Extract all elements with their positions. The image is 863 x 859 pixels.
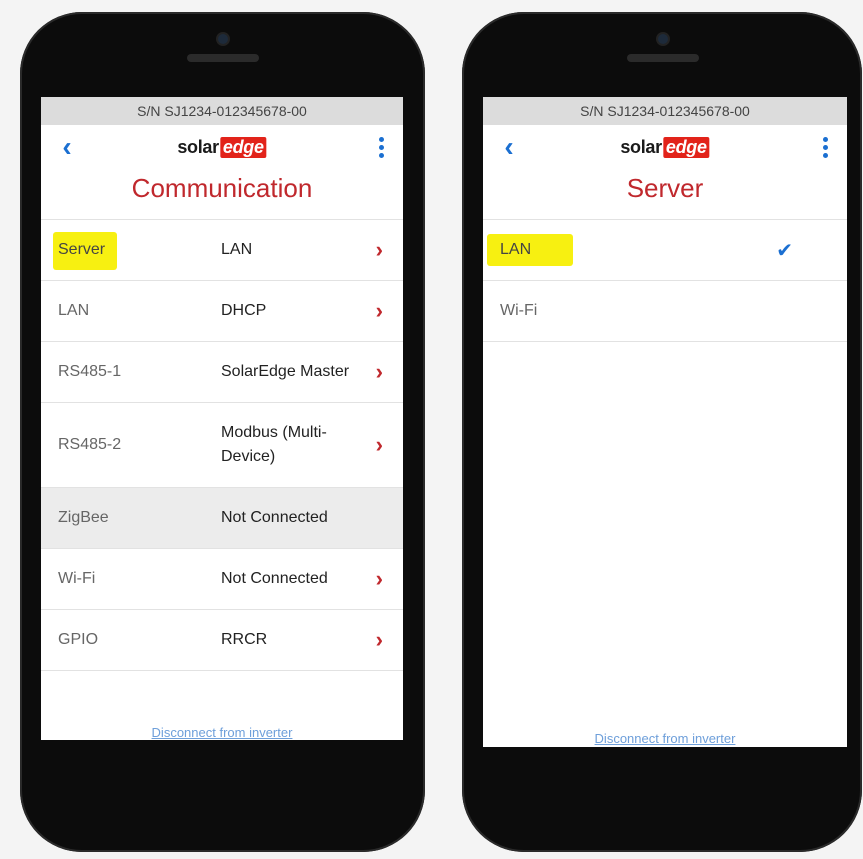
- chevron-right-icon: ›: [375, 237, 383, 262]
- row-label: ZigBee: [58, 509, 109, 526]
- page-title: Communication: [131, 173, 313, 203]
- back-chevron-icon[interactable]: ‹: [497, 133, 521, 161]
- app-bar: ‹ solar edge: [41, 125, 403, 169]
- list-item-wifi[interactable]: Wi-Fi Not Connected ›: [41, 549, 403, 610]
- disconnect-link[interactable]: Disconnect from inverter: [483, 731, 847, 745]
- back-chevron-icon[interactable]: ‹: [55, 133, 79, 161]
- option-label: Wi-Fi: [500, 302, 538, 319]
- row-label: RS485-2: [58, 436, 122, 453]
- serial-number: S/N SJ1234-012345678-00: [483, 97, 847, 125]
- kebab-menu-icon[interactable]: [371, 133, 391, 161]
- solaredge-logo: solar edge: [620, 137, 710, 158]
- communication-screen: S/N SJ1234-012345678-00 ‹ solar edge Comm…: [41, 97, 403, 740]
- row-label: RS485-1: [58, 363, 122, 380]
- row-value: Not Connected: [221, 570, 328, 587]
- kebab-menu-icon[interactable]: [815, 133, 835, 161]
- server-options-list: LAN ✔ Wi-Fi: [483, 219, 847, 342]
- camera-icon: [218, 34, 228, 44]
- list-item-lan[interactable]: LAN DHCP ›: [41, 281, 403, 342]
- row-value: DHCP: [221, 302, 267, 319]
- chevron-right-icon: ›: [375, 298, 383, 323]
- chevron-right-icon: ›: [375, 627, 383, 652]
- row-value: RRCR: [221, 631, 268, 648]
- phone-right: S/N SJ1234-012345678-00 ‹ solar edge Serv…: [462, 12, 862, 852]
- row-value: Not Connected: [221, 509, 328, 526]
- option-label: LAN: [500, 241, 532, 258]
- chevron-right-icon: ›: [375, 359, 383, 384]
- server-screen: S/N SJ1234-012345678-00 ‹ solar edge Serv…: [483, 97, 847, 747]
- row-label: Server: [58, 241, 106, 258]
- list-item-rs485-1[interactable]: RS485-1 SolarEdge Master ›: [41, 342, 403, 403]
- list-item-rs485-2[interactable]: RS485-2 Modbus (Multi-Device) ›: [41, 403, 403, 488]
- phone-left: S/N SJ1234-012345678-00 ‹ solar edge Comm…: [20, 12, 425, 852]
- settings-list: Server LAN › LAN DHCP › RS485-1 SolarEdg…: [41, 219, 403, 671]
- list-item-gpio[interactable]: GPIO RRCR ›: [41, 610, 403, 671]
- disconnect-link[interactable]: Disconnect from inverter: [41, 725, 403, 739]
- chevron-right-icon: ›: [375, 432, 383, 457]
- row-value: Modbus (Multi-Device): [221, 424, 327, 465]
- page-title: Server: [626, 173, 704, 203]
- checkmark-icon: ✔: [776, 239, 793, 262]
- option-wifi[interactable]: Wi-Fi: [483, 281, 847, 342]
- list-item-zigbee: ZigBee Not Connected: [41, 488, 403, 549]
- row-value: LAN: [221, 241, 253, 258]
- row-value: SolarEdge Master: [221, 363, 350, 380]
- solaredge-logo: solar edge: [177, 137, 267, 158]
- serial-number: S/N SJ1234-012345678-00: [41, 97, 403, 125]
- option-lan[interactable]: LAN ✔: [483, 220, 847, 281]
- speaker-grille: [187, 54, 259, 62]
- speaker-grille: [627, 54, 699, 62]
- list-item-server[interactable]: Server LAN ›: [41, 220, 403, 281]
- row-label: LAN: [58, 302, 90, 319]
- camera-icon: [658, 34, 668, 44]
- row-label: GPIO: [58, 631, 99, 648]
- row-label: Wi-Fi: [58, 570, 96, 587]
- chevron-right-icon: ›: [375, 566, 383, 591]
- app-bar: ‹ solar edge: [483, 125, 847, 169]
